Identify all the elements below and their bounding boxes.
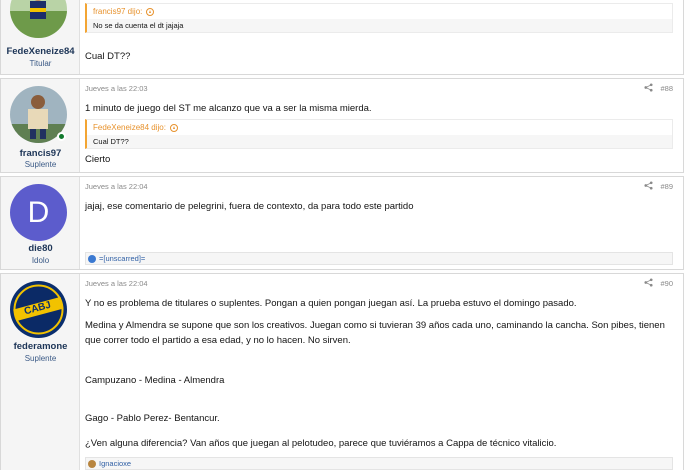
- post-body: Jueves a las 22:04 #90 Y no es problema …: [81, 274, 683, 470]
- post-text-reply: Cierto: [85, 154, 111, 165]
- user-panel: francis97 Suplente: [1, 79, 80, 172]
- post-88: francis97 Suplente Jueves a las 22:03 #8…: [0, 78, 684, 173]
- user-title: Titular: [29, 59, 52, 68]
- share-icon[interactable]: [644, 278, 653, 287]
- avatar[interactable]: CABJ: [10, 281, 67, 338]
- post-90: CABJ federamone Suplente Jueves a las 22…: [0, 273, 684, 470]
- laugh-reaction-icon: [88, 459, 96, 468]
- post-timestamp[interactable]: Jueves a las 22:04: [85, 279, 148, 288]
- user-panel: CABJ federamone Suplente: [1, 274, 80, 470]
- user-title: Suplente: [24, 160, 57, 169]
- quote-block: FedeXeneize84 dijo: Cual DT??: [85, 119, 673, 149]
- user-title: Suplente: [24, 354, 57, 363]
- post-body: francis97 dijo: No se da cuenta el dt ja…: [81, 0, 683, 74]
- post-paragraph: Medina y Almendra se supone que son los …: [85, 320, 665, 331]
- quote-text: No se da cuenta el dt jajaja: [87, 19, 672, 32]
- quote-author[interactable]: francis97 dijo:: [93, 7, 142, 16]
- reactions-bar[interactable]: =[unscarred]=: [85, 252, 673, 265]
- like-reaction-icon: [88, 254, 96, 263]
- quote-block: francis97 dijo: No se da cuenta el dt ja…: [85, 3, 673, 33]
- user-title: Idolo: [31, 256, 50, 265]
- post-89: D die80 Idolo Jueves a las 22:04 #89 jaj…: [0, 176, 684, 270]
- post-number[interactable]: #88: [660, 84, 673, 93]
- username[interactable]: die80: [1, 243, 80, 254]
- post-text: Cual DT??: [85, 51, 131, 62]
- post-paragraph: Y no es problema de titulares o suplente…: [85, 298, 577, 309]
- user-panel: D die80 Idolo: [1, 177, 80, 269]
- post-body: Jueves a las 22:03 #88 1 minuto de juego…: [81, 79, 683, 172]
- quote-author[interactable]: FedeXeneize84 dijo:: [93, 123, 166, 132]
- post-number[interactable]: #90: [660, 279, 673, 288]
- post-timestamp[interactable]: Jueves a las 22:04: [85, 182, 148, 191]
- username[interactable]: francis97: [1, 148, 80, 159]
- reaction-users[interactable]: =[unscarred]=: [99, 254, 145, 263]
- go-to-quote-icon[interactable]: [169, 123, 178, 132]
- post-number[interactable]: #89: [660, 182, 673, 191]
- avatar[interactable]: [10, 0, 67, 38]
- post-paragraph: Gago - Pablo Perez- Bentancur.: [85, 413, 220, 424]
- post-paragraph: Campuzano - Medina - Almendra: [85, 375, 225, 386]
- reactions-bar[interactable]: Ignacioxe: [85, 457, 673, 470]
- share-icon[interactable]: [644, 181, 653, 190]
- post-paragraph: que correr todo el partido a esa edad, y…: [85, 335, 351, 346]
- username[interactable]: federamone: [1, 341, 80, 352]
- post-timestamp[interactable]: Jueves a las 22:03: [85, 84, 148, 93]
- post-paragraph: ¿Ven alguna diferencia? Van años que jue…: [85, 438, 557, 449]
- username[interactable]: FedeXeneize84: [1, 46, 80, 57]
- avatar[interactable]: D: [10, 184, 67, 241]
- share-icon[interactable]: [644, 83, 653, 92]
- post-text: 1 minuto de juego del ST me alcanzo que …: [85, 103, 372, 114]
- online-status-icon: [57, 132, 66, 141]
- post-body: Jueves a las 22:04 #89 jajaj, ese coment…: [81, 177, 683, 269]
- go-to-quote-icon[interactable]: [146, 7, 155, 16]
- reaction-users[interactable]: Ignacioxe: [99, 459, 131, 468]
- avatar-letter: D: [27, 195, 50, 229]
- post-text: jajaj, ese comentario de pelegrini, fuer…: [85, 201, 414, 212]
- user-panel: FedeXeneize84 Titular: [1, 0, 80, 74]
- quote-header[interactable]: FedeXeneize84 dijo:: [93, 123, 178, 132]
- quote-header[interactable]: francis97 dijo:: [93, 7, 155, 16]
- quote-text: Cual DT??: [87, 135, 672, 148]
- post-87: FedeXeneize84 Titular francis97 dijo: No…: [0, 0, 684, 75]
